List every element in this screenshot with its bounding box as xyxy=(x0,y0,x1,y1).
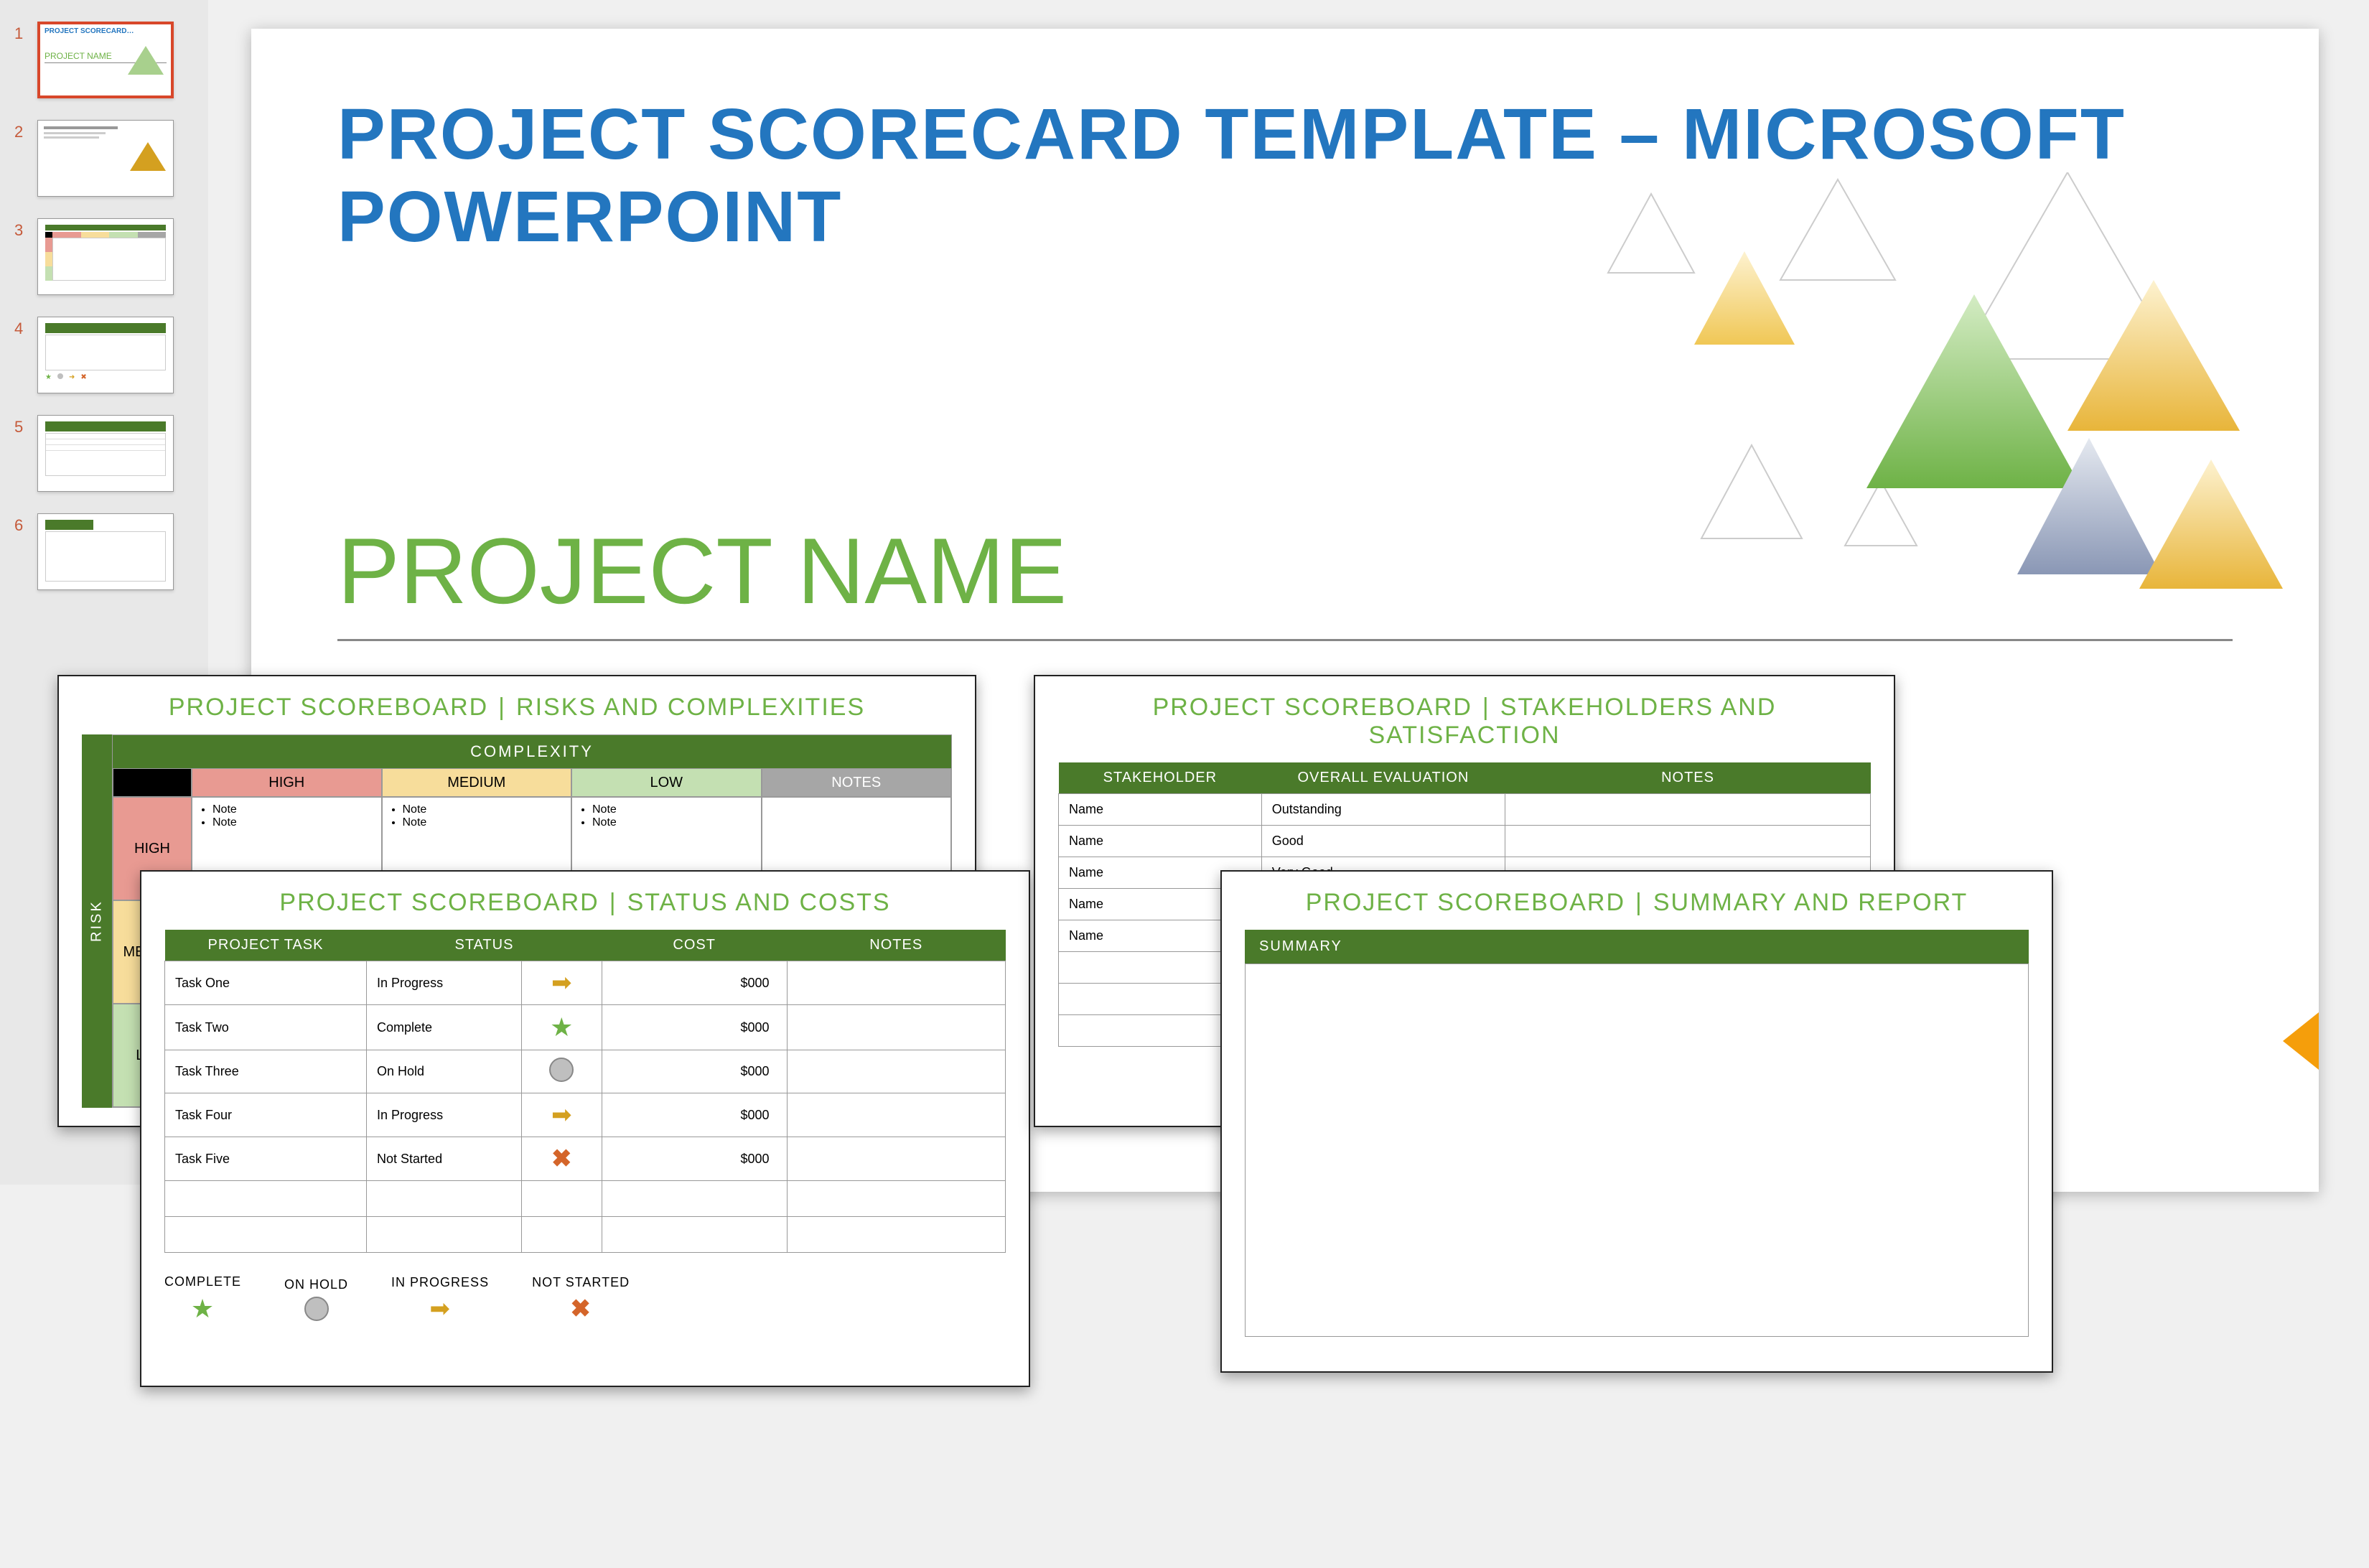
table-row xyxy=(165,1181,1006,1217)
table-row: Task FourIn Progress➡$000 xyxy=(165,1093,1006,1137)
circle-icon xyxy=(549,1058,574,1082)
circle-icon xyxy=(304,1297,329,1321)
arrow-icon: ➡ xyxy=(429,1294,451,1323)
thumb-number: 5 xyxy=(14,418,29,437)
status-table: PROJECT TASK STATUS COST NOTES Task OneI… xyxy=(164,930,1006,1253)
thumb-number: 1 xyxy=(14,24,29,43)
slide-thumbnail-6[interactable]: 6 xyxy=(14,513,194,590)
table-row: NameGood xyxy=(1059,826,1871,857)
thumb-preview[interactable] xyxy=(37,513,174,590)
thumb-number: 4 xyxy=(14,319,29,338)
slide-thumbnail-2[interactable]: 2 xyxy=(14,120,194,197)
slide-thumbnail-4[interactable]: 4 ★➜✖ xyxy=(14,317,194,393)
thumb-number: 6 xyxy=(14,516,29,535)
star-icon: ★ xyxy=(550,1012,573,1042)
table-row: Task TwoComplete★$000 xyxy=(165,1005,1006,1050)
summary-header: SUMMARY xyxy=(1245,930,2029,963)
table-row xyxy=(165,1217,1006,1253)
project-name-heading: PROJECT NAME xyxy=(251,258,2319,639)
card-title: PROJECT SCOREBOARD|STATUS AND COSTS xyxy=(164,889,1006,917)
star-icon: ★ xyxy=(191,1294,215,1324)
status-card: PROJECT SCOREBOARD|STATUS AND COSTS PROJ… xyxy=(140,870,1030,1387)
accent-corner-icon xyxy=(2283,1012,2319,1070)
arrow-icon: ➡ xyxy=(551,969,572,997)
thumb-preview[interactable] xyxy=(37,120,174,197)
summary-card: PROJECT SCOREBOARD|SUMMARY AND REPORT SU… xyxy=(1220,870,2053,1373)
x-icon: ✖ xyxy=(570,1294,592,1323)
thumb-preview[interactable]: ★➜✖ xyxy=(37,317,174,393)
thumb-number: 3 xyxy=(14,221,29,240)
thumb-preview[interactable] xyxy=(37,415,174,492)
thumb-preview[interactable]: PROJECT SCORECARD… PROJECT NAME xyxy=(37,22,174,98)
slide-thumbnail-3[interactable]: 3 xyxy=(14,218,194,295)
slide-thumbnail-1[interactable]: 1 PROJECT SCORECARD… PROJECT NAME xyxy=(14,22,194,98)
thumb-number: 2 xyxy=(14,123,29,141)
summary-body xyxy=(1245,963,2029,1337)
card-title: PROJECT SCOREBOARD|RISKS AND COMPLEXITIE… xyxy=(82,694,952,722)
title-underline xyxy=(337,639,2233,641)
card-title: PROJECT SCOREBOARD|SUMMARY AND REPORT xyxy=(1245,889,2029,917)
risk-axis-label: RISK xyxy=(82,734,112,1108)
table-row: Task FiveNot Started✖$000 xyxy=(165,1137,1006,1181)
status-legend: COMPLETE★ ON HOLD IN PROGRESS➡ NOT START… xyxy=(164,1274,1006,1324)
table-row: Task OneIn Progress➡$000 xyxy=(165,961,1006,1005)
complexity-axis-label: COMPLEXITY xyxy=(113,735,951,768)
slide-title: PROJECT SCORECARD TEMPLATE – MICROSOFT P… xyxy=(251,29,2319,258)
risk-header-row: HIGH MEDIUM LOW NOTES xyxy=(113,768,951,797)
table-row: NameOutstanding xyxy=(1059,794,1871,826)
arrow-icon: ➡ xyxy=(551,1101,572,1129)
thumb-preview[interactable] xyxy=(37,218,174,295)
slide-thumbnail-5[interactable]: 5 xyxy=(14,415,194,492)
card-title: PROJECT SCOREBOARD|STAKEHOLDERS AND SATI… xyxy=(1058,694,1871,750)
table-row: Task ThreeOn Hold$000 xyxy=(165,1050,1006,1093)
x-icon: ✖ xyxy=(551,1145,572,1172)
